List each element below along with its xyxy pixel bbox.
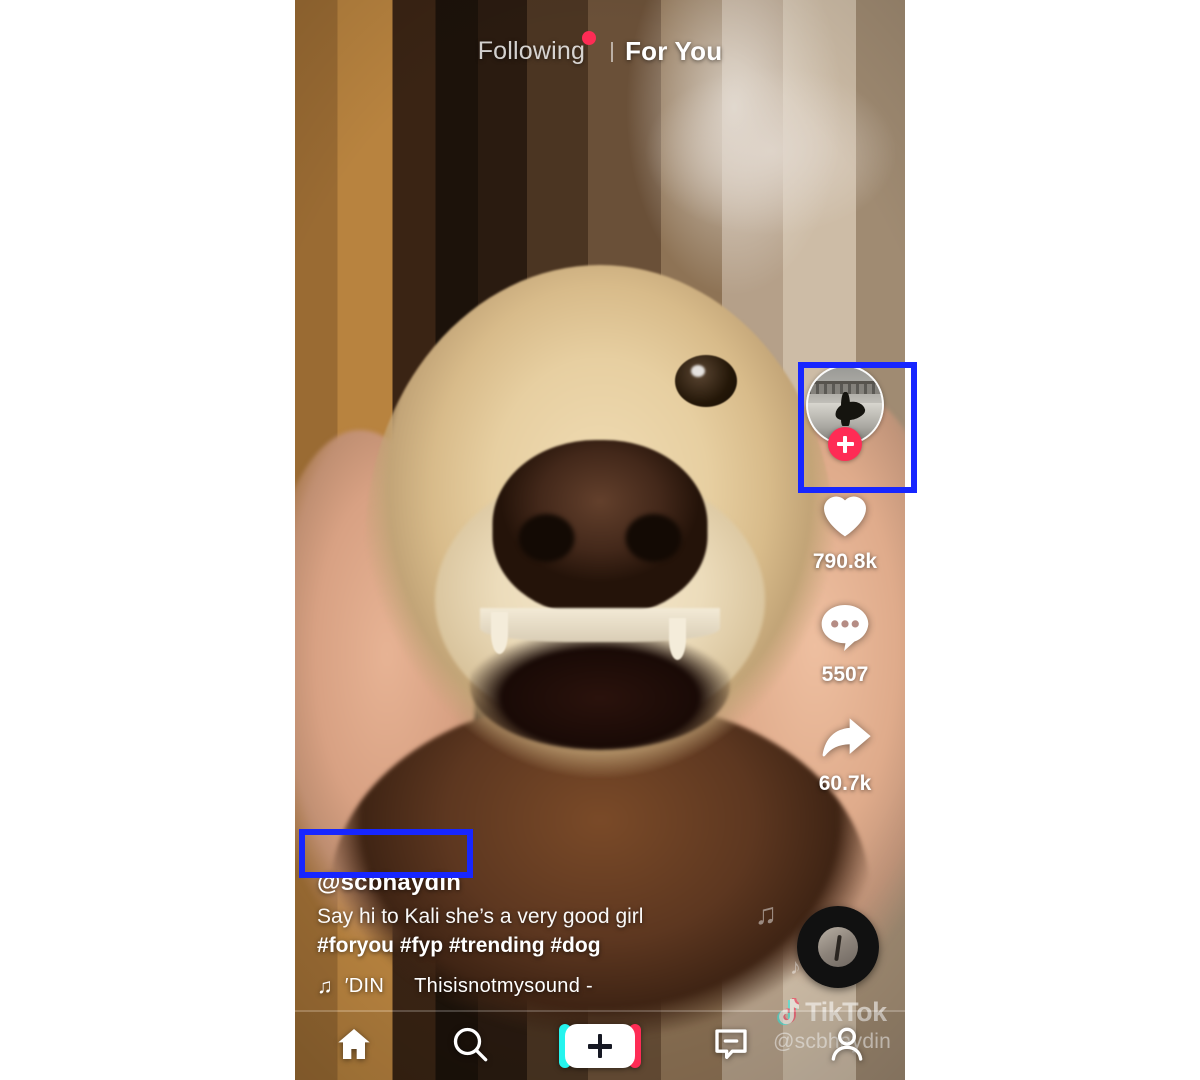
music-author: Thisisnotmysound - — [414, 975, 593, 997]
home-icon — [333, 1024, 375, 1069]
tab-for-you[interactable]: For You — [625, 36, 722, 67]
caption-text: Say hi to Kali she’s a very good girl — [317, 905, 644, 929]
search-icon — [450, 1024, 490, 1069]
like-button[interactable]: 790.8k — [813, 487, 877, 574]
screenshot-root: Following For You 790.8k 5507 60.7k @scb… — [0, 0, 1200, 1080]
create-button[interactable] — [558, 1024, 641, 1068]
like-count: 790.8k — [812, 550, 878, 573]
comment-icon — [817, 600, 873, 657]
create-edge-pink — [628, 1024, 641, 1068]
top-navigation: Following For You — [295, 31, 905, 67]
create-edge-cyan — [558, 1024, 571, 1068]
nav-create[interactable] — [558, 1024, 641, 1068]
annotation-box-avatar — [798, 362, 917, 493]
tab-divider — [611, 41, 614, 62]
annotation-box-username — [299, 829, 473, 878]
disc-cover-art — [818, 927, 858, 967]
nav-inbox[interactable] — [710, 1024, 752, 1069]
profile-icon — [827, 1024, 867, 1069]
caption-hashtags[interactable]: #foryou #fyp #trending #dog — [317, 932, 737, 961]
music-disc-button[interactable] — [797, 906, 879, 988]
inbox-icon — [710, 1024, 752, 1069]
nav-profile[interactable] — [827, 1024, 867, 1069]
music-note-float-icon: ♫ — [754, 898, 778, 931]
video-player[interactable]: Following For You 790.8k 5507 60.7k @scb… — [295, 0, 905, 1080]
music-note-icon: ♫ — [317, 975, 333, 998]
share-count: 60.7k — [818, 772, 872, 795]
nav-home[interactable] — [333, 1024, 375, 1069]
comment-button[interactable]: 5507 — [817, 600, 873, 687]
tab-following-label: Following — [477, 37, 586, 65]
bottom-navigation — [295, 1012, 905, 1080]
share-button[interactable]: 60.7k — [817, 713, 873, 796]
plus-icon — [587, 1034, 612, 1058]
heart-icon — [817, 487, 873, 544]
caption-block: @scbhaydin Say hi to Kali she’s a very g… — [317, 869, 737, 998]
comment-count: 5507 — [821, 663, 869, 686]
share-arrow-icon — [817, 713, 873, 766]
music-title: ′DIN — [344, 975, 385, 997]
music-ticker[interactable]: ♫ ′DIN Thisisnotmysound - — [317, 975, 737, 998]
nav-discover[interactable] — [450, 1024, 490, 1069]
tab-following[interactable]: Following — [477, 31, 599, 66]
notification-dot-icon — [582, 31, 597, 45]
